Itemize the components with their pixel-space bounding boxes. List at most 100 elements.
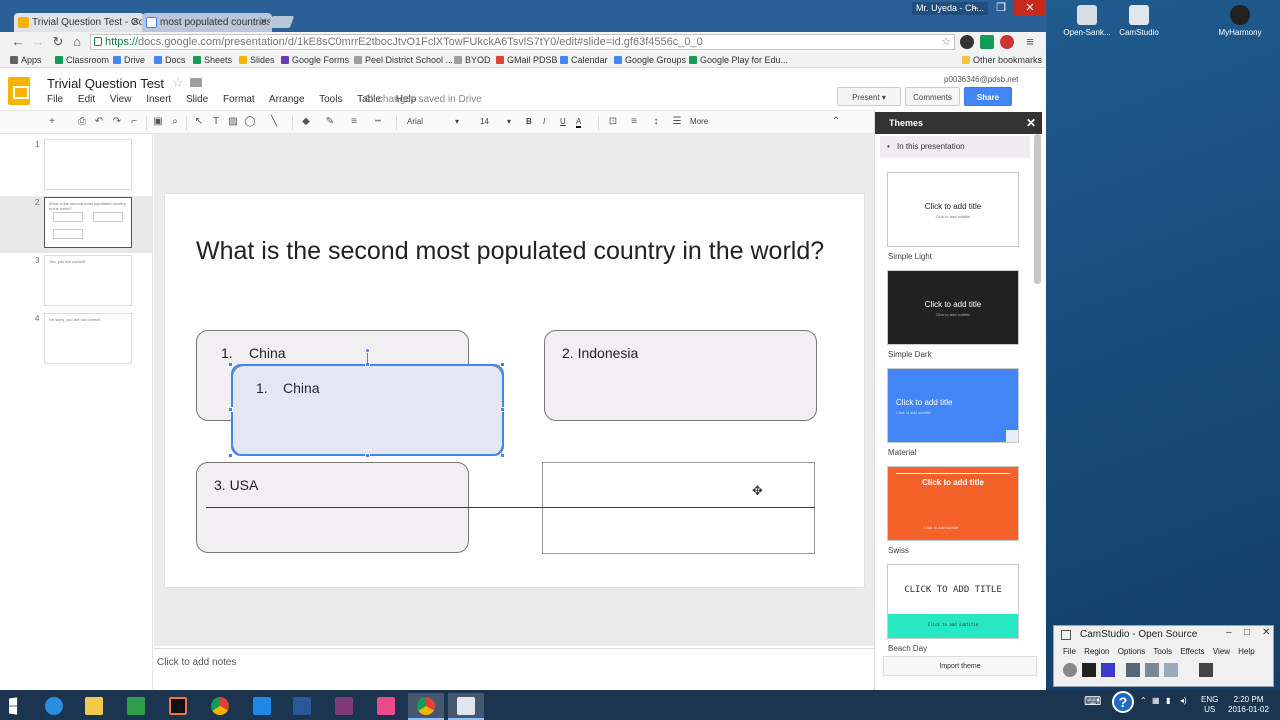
bookmark-google-groups[interactable]: Google Groups bbox=[614, 54, 686, 66]
pause-icon[interactable] bbox=[1082, 663, 1096, 677]
annotation-icon[interactable] bbox=[1145, 663, 1159, 677]
folder-icon[interactable] bbox=[190, 78, 202, 87]
slide[interactable]: What is the second most populated countr… bbox=[165, 194, 864, 587]
menu-icon[interactable]: ≡ bbox=[1022, 34, 1038, 50]
record-icon[interactable] bbox=[1063, 663, 1077, 677]
resize-handle[interactable] bbox=[500, 407, 505, 412]
keyboard-icon[interactable]: ⌨ bbox=[1084, 694, 1101, 708]
undo-icon[interactable]: ↶ bbox=[93, 116, 105, 128]
close-themes-icon[interactable]: ✕ bbox=[1026, 112, 1036, 134]
bookmark-drive[interactable]: Drive bbox=[113, 54, 145, 66]
menu-edit[interactable]: Edit bbox=[78, 94, 95, 105]
menu-tools[interactable]: Tools bbox=[319, 94, 342, 105]
account-email[interactable]: p0036346@pdsb.net bbox=[944, 75, 1018, 84]
share-button[interactable]: Share bbox=[964, 87, 1012, 106]
align-icon[interactable]: ≡ bbox=[628, 116, 640, 128]
bookmark-apps[interactable]: Apps bbox=[10, 54, 42, 66]
collapse-icon[interactable]: ⌃ bbox=[830, 116, 842, 128]
answer-box-2[interactable]: 2. Indonesia bbox=[544, 330, 817, 421]
language-indicator[interactable]: ENG US bbox=[1201, 695, 1218, 715]
font-select[interactable]: Arial bbox=[407, 117, 423, 126]
themes-scrollbar[interactable] bbox=[1034, 134, 1041, 284]
theme-beach-day[interactable]: CLICK TO ADD TITLE Click to add subtitle bbox=[887, 564, 1019, 639]
select-icon[interactable]: ↖ bbox=[193, 116, 205, 128]
zoom-icon[interactable]: ⌕ bbox=[169, 116, 181, 128]
taskbar-camstudio[interactable] bbox=[448, 693, 484, 720]
bookmark-peel[interactable]: Peel District School ... bbox=[354, 54, 453, 66]
maximize-icon[interactable]: □ bbox=[1244, 627, 1250, 638]
line-spacing-icon[interactable]: ↕ bbox=[650, 116, 662, 128]
resize-handle[interactable] bbox=[228, 453, 233, 458]
theme-material[interactable]: Click to add title Click to add subtitle bbox=[887, 368, 1019, 443]
tools-icon[interactable] bbox=[1199, 663, 1213, 677]
desktop-icon-myharmony[interactable]: MyHarmony bbox=[1205, 5, 1275, 37]
extension-icon[interactable] bbox=[960, 35, 974, 49]
theme-simple-light[interactable]: Click to add title Click to add subtitle bbox=[887, 172, 1019, 247]
slides-logo-icon[interactable] bbox=[8, 77, 30, 105]
extension-icon[interactable] bbox=[980, 35, 994, 49]
bold-button[interactable]: B bbox=[526, 117, 532, 126]
slide-thumbnail-1[interactable] bbox=[44, 139, 132, 190]
camstudio-menu[interactable]: File Region Options Tools Effects View H… bbox=[1063, 647, 1255, 656]
taskbar-apps[interactable] bbox=[368, 693, 404, 720]
bookmark-docs[interactable]: Docs bbox=[154, 54, 186, 66]
resize-handle[interactable] bbox=[228, 362, 233, 367]
zoom-fit-icon[interactable]: ▣ bbox=[152, 116, 164, 128]
image-icon[interactable]: ▨ bbox=[227, 116, 239, 128]
themes-in-presentation[interactable]: In this presentation bbox=[880, 136, 1030, 158]
tab-search[interactable]: most populated countries ✕ bbox=[142, 13, 272, 32]
print-icon[interactable]: ⎙ bbox=[76, 116, 88, 128]
link-icon[interactable]: ⊡ bbox=[607, 116, 619, 128]
more-button[interactable]: More bbox=[690, 117, 708, 126]
border-color-icon[interactable]: ✎ bbox=[324, 116, 336, 128]
slide-thumbnail-4[interactable]: I'm sorry, you are not correct! bbox=[44, 313, 132, 364]
resize-handle[interactable] bbox=[365, 453, 370, 458]
font-size-select[interactable]: 14 bbox=[480, 117, 489, 126]
taskbar-ie[interactable] bbox=[36, 693, 72, 720]
close-window-icon[interactable]: ✕ bbox=[1262, 627, 1270, 638]
paint-format-icon[interactable]: ⌐ bbox=[128, 116, 140, 128]
shape-icon[interactable]: ◯ bbox=[244, 116, 256, 128]
maximize-icon[interactable]: ❐ bbox=[988, 0, 1014, 16]
rotate-handle[interactable] bbox=[365, 348, 370, 353]
options-icon[interactable] bbox=[1164, 663, 1178, 677]
minimize-icon[interactable]: – bbox=[962, 0, 988, 16]
forward-icon[interactable]: → bbox=[30, 34, 46, 50]
import-theme-button[interactable]: Import theme bbox=[883, 656, 1037, 676]
slide-question-title[interactable]: What is the second most populated countr… bbox=[196, 235, 836, 268]
theme-simple-dark[interactable]: Click to add title Click to add subtitle bbox=[887, 270, 1019, 345]
taskbar-explorer[interactable] bbox=[76, 693, 112, 720]
bookmark-google-play[interactable]: Google Play for Edu... bbox=[689, 54, 788, 66]
slide-thumbnail-3[interactable]: Yes, you are correct! bbox=[44, 255, 132, 306]
clock[interactable]: 2:20 PM 2016-01-02 bbox=[1228, 695, 1269, 715]
line-icon[interactable]: ╲ bbox=[268, 116, 280, 128]
home-icon[interactable]: ⌂ bbox=[69, 34, 85, 50]
bookmark-sheets[interactable]: Sheets bbox=[193, 54, 232, 66]
menu-insert[interactable]: Insert bbox=[146, 94, 171, 105]
taskbar-photos[interactable] bbox=[160, 693, 196, 720]
theme-swiss[interactable]: Click to add title Click to add subtitle bbox=[887, 466, 1019, 541]
bookmark-star-icon[interactable]: ☆ bbox=[941, 35, 951, 49]
network-icon[interactable]: ▦ bbox=[1152, 696, 1160, 705]
taskbar-onenote[interactable] bbox=[326, 693, 362, 720]
menu-arrange[interactable]: Arrange bbox=[269, 94, 305, 105]
doc-title[interactable]: Trivial Question Test bbox=[47, 76, 164, 91]
font-dropdown-icon[interactable]: ▾ bbox=[455, 117, 459, 126]
present-button[interactable]: Present ▾ bbox=[837, 87, 901, 106]
comments-button[interactable]: Comments bbox=[905, 87, 960, 106]
volume-icon[interactable]: ◂) bbox=[1180, 696, 1187, 705]
drawn-line[interactable] bbox=[206, 507, 815, 508]
start-button[interactable] bbox=[0, 693, 36, 720]
size-dropdown-icon[interactable]: ▾ bbox=[507, 117, 511, 126]
list-icon[interactable]: ☰ bbox=[671, 116, 683, 128]
underline-button[interactable]: U bbox=[560, 117, 566, 126]
border-weight-icon[interactable]: ≡ bbox=[348, 116, 360, 128]
star-icon[interactable]: ☆ bbox=[172, 75, 184, 91]
bookmark-classroom[interactable]: Classroom bbox=[55, 54, 109, 66]
taskbar-chrome-active[interactable] bbox=[408, 693, 444, 720]
menu-view[interactable]: View bbox=[110, 94, 132, 105]
menu-file[interactable]: File bbox=[47, 94, 63, 105]
bookmark-google-forms[interactable]: Google Forms bbox=[281, 54, 349, 66]
taskbar-app[interactable] bbox=[244, 693, 280, 720]
slide-thumbnail-2[interactable]: What is the second most populated countr… bbox=[44, 197, 132, 248]
